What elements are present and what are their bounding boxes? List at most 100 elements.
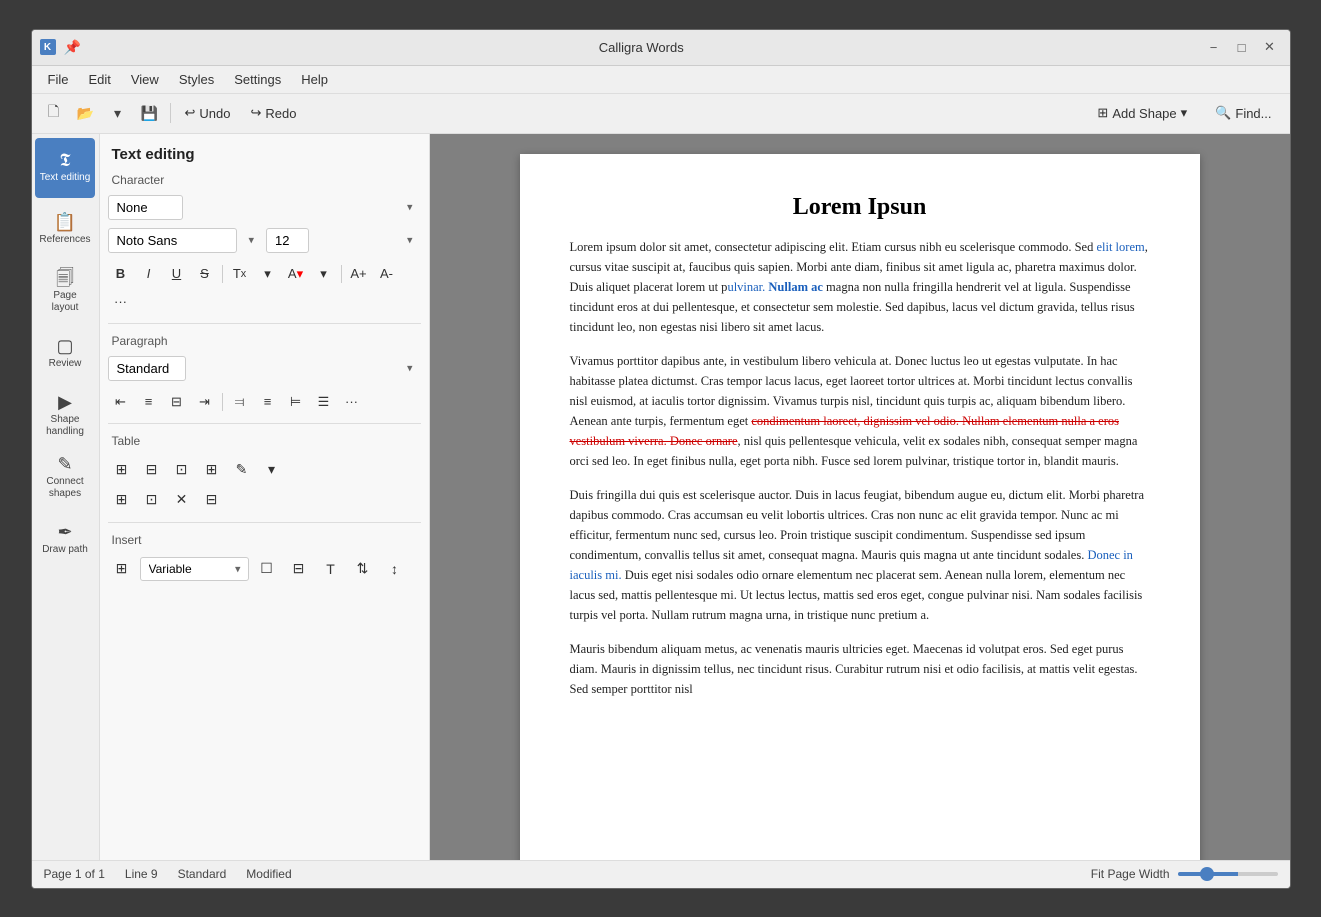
- insert-footnote-button[interactable]: ⇅: [349, 555, 377, 583]
- minimize-button[interactable]: −: [1202, 35, 1226, 59]
- insert-section: ⊞ Variable Page Number Date Author ☐ ⊟ T…: [100, 551, 429, 587]
- para-align-toolbar: ⇤ ≡ ⊟ ⇥ ⫤ ≡ ⊨ ☰ ···: [100, 385, 429, 419]
- shape-handling-icon: ▶: [58, 393, 72, 411]
- table-insert-col-right-button[interactable]: ⊞: [198, 456, 226, 484]
- window-title: Calligra Words: [81, 40, 1202, 55]
- paragraph-4: Mauris bibendum aliquam metus, ac venena…: [570, 639, 1150, 699]
- insert-variable-select[interactable]: Variable Page Number Date Author: [140, 557, 249, 581]
- undo-button[interactable]: ↩ Undo: [177, 101, 239, 125]
- maximize-button[interactable]: □: [1230, 35, 1254, 59]
- insert-table-button[interactable]: ⊞: [108, 555, 136, 583]
- strikethrough-button[interactable]: S: [192, 261, 218, 287]
- save-button[interactable]: 💾: [136, 99, 164, 127]
- paragraph-3: Duis fringilla dui quis est scelerisque …: [570, 485, 1150, 625]
- decrease-font-button[interactable]: A-: [374, 261, 400, 287]
- zoom-slider[interactable]: [1178, 872, 1278, 876]
- align-justify-button[interactable]: ☰: [311, 389, 337, 415]
- titlebar: K 📌 Calligra Words − □ ✕: [32, 30, 1290, 66]
- add-shape-icon: ⊞: [1097, 105, 1108, 121]
- find-button[interactable]: 🔍 Find...: [1205, 101, 1281, 125]
- italic-button[interactable]: I: [136, 261, 162, 287]
- insert-label: Insert: [100, 527, 429, 551]
- open-dropdown-button[interactable]: ▾: [104, 99, 132, 127]
- text-subscript-button[interactable]: Tx: [227, 261, 253, 287]
- menu-help[interactable]: Help: [293, 70, 336, 89]
- table-insert-col-left-button[interactable]: ⊡: [168, 456, 196, 484]
- insert-annotation-button[interactable]: T: [317, 555, 345, 583]
- table-insert-above-button[interactable]: ⊞: [108, 456, 136, 484]
- tool-draw-path[interactable]: ✒ Draw path: [35, 510, 95, 570]
- new-document-button[interactable]: 🗋: [40, 99, 68, 127]
- table-delete-row-button[interactable]: ✕: [168, 486, 196, 514]
- toolbar-separator-1: [170, 103, 171, 123]
- table-dropdown-button[interactable]: ▾: [258, 456, 286, 484]
- insert-frame-button[interactable]: ☐: [253, 555, 281, 583]
- tool-text-editing[interactable]: 𝕿 Text editing: [35, 138, 95, 198]
- tool-references[interactable]: 📋 References: [35, 200, 95, 260]
- more-format-button[interactable]: ···: [108, 289, 134, 315]
- indent-increase-button[interactable]: ⇥: [192, 389, 218, 415]
- format-separator-1: [222, 265, 223, 283]
- format-separator-2: [341, 265, 342, 283]
- titlebar-controls: − □ ✕: [1202, 35, 1282, 59]
- style-info: Standard: [178, 867, 227, 881]
- indent-decrease-button[interactable]: ⇤: [108, 389, 134, 415]
- tool-page-layout[interactable]: 🗐 Page layout: [35, 262, 95, 322]
- table-split-button[interactable]: ⊡: [138, 486, 166, 514]
- menu-view[interactable]: View: [123, 70, 167, 89]
- document-page[interactable]: Lorem Ipsun Lorem ipsum dolor sit amet, …: [520, 154, 1200, 860]
- font-family-row: Noto Sans Arial Times New Roman Courier …: [100, 224, 429, 257]
- main-content: 𝕿 Text editing 📋 References 🗐 Page layou…: [32, 134, 1290, 860]
- list-numbered-button[interactable]: ⊟: [164, 389, 190, 415]
- modified-label: Modified: [246, 867, 291, 881]
- table-merge-button[interactable]: ⊞: [108, 486, 136, 514]
- table-insert-below-button[interactable]: ⊟: [138, 456, 166, 484]
- bold-button[interactable]: B: [108, 261, 134, 287]
- font-style-row: None Regular Bold Italic Bold Italic: [100, 191, 429, 224]
- add-shape-button[interactable]: ⊞ Add Shape ▾: [1087, 101, 1197, 125]
- table-style-button[interactable]: ⊟: [198, 486, 226, 514]
- divider-3: [108, 522, 421, 523]
- text-dropdown-button[interactable]: ▾: [255, 261, 281, 287]
- list-bullet-button[interactable]: ≡: [136, 389, 162, 415]
- paragraph-2: Vivamus porttitor dapibus ante, in vesti…: [570, 351, 1150, 471]
- more-para-button[interactable]: ···: [339, 389, 365, 415]
- increase-font-button[interactable]: A+: [346, 261, 372, 287]
- document-body[interactable]: Lorem ipsum dolor sit amet, consectetur …: [570, 237, 1150, 699]
- document-area[interactable]: Lorem Ipsun Lorem ipsum dolor sit amet, …: [430, 134, 1290, 860]
- tool-shape-handling[interactable]: ▶ Shape handling: [35, 386, 95, 446]
- insert-variable-wrapper: Variable Page Number Date Author: [140, 557, 249, 581]
- underline-button[interactable]: U: [164, 261, 190, 287]
- divider-2: [108, 423, 421, 424]
- menu-edit[interactable]: Edit: [80, 70, 118, 89]
- text-color-button[interactable]: A▾: [283, 261, 309, 287]
- align-left-button[interactable]: ⫤: [227, 389, 253, 415]
- main-toolbar: 🗋 📂 ▾ 💾 ↩ Undo ↪ Redo ⊞ Add Shape ▾ 🔍 Fi…: [32, 94, 1290, 134]
- character-label: Character: [100, 167, 429, 191]
- references-icon: 📋: [54, 213, 76, 231]
- align-center-button[interactable]: ≡: [255, 389, 281, 415]
- para-separator: [222, 393, 223, 411]
- redo-button[interactable]: ↪ Redo: [242, 101, 304, 125]
- menu-settings[interactable]: Settings: [226, 70, 289, 89]
- toolbar-right: ⊞ Add Shape ▾ 🔍 Find...: [1087, 101, 1281, 125]
- font-size-select[interactable]: 8 10 12 14 16 18 24: [266, 228, 309, 253]
- paragraph-style-select[interactable]: Standard Heading 1 Heading 2 Heading 3 B…: [108, 356, 186, 381]
- close-button[interactable]: ✕: [1258, 35, 1282, 59]
- pin-icon[interactable]: 📌: [64, 39, 81, 56]
- font-style-select[interactable]: None Regular Bold Italic Bold Italic: [108, 195, 183, 220]
- open-button[interactable]: 📂: [72, 99, 100, 127]
- tool-connect-shapes[interactable]: ✎ Connect shapes: [35, 448, 95, 508]
- tool-review[interactable]: ▢ Review: [35, 324, 95, 384]
- panel-title: Text editing: [100, 134, 429, 167]
- add-shape-dropdown-icon: ▾: [1181, 105, 1188, 121]
- text-color-dropdown-button[interactable]: ▾: [311, 261, 337, 287]
- titlebar-left: K 📌: [40, 39, 81, 56]
- table-edit-button[interactable]: ✎: [228, 456, 256, 484]
- font-family-select[interactable]: Noto Sans Arial Times New Roman Courier …: [108, 228, 237, 253]
- insert-special-button[interactable]: ⊟: [285, 555, 313, 583]
- insert-endnote-button[interactable]: ↕: [381, 555, 409, 583]
- align-right-button[interactable]: ⊨: [283, 389, 309, 415]
- menu-styles[interactable]: Styles: [171, 70, 222, 89]
- menu-file[interactable]: File: [40, 70, 77, 89]
